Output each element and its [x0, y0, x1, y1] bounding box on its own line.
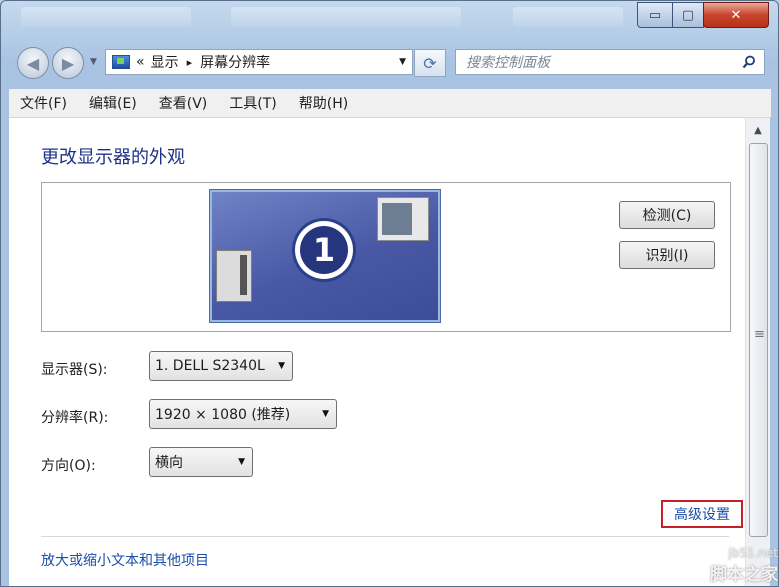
- search-icon[interactable]: [742, 55, 756, 69]
- preview-gadget-icon: [216, 250, 252, 302]
- refresh-button[interactable]: ⟳: [414, 49, 446, 77]
- scrollbar-thumb[interactable]: ≡: [749, 143, 768, 537]
- detect-button[interactable]: 检测(C): [619, 201, 715, 229]
- watermark-name: 脚本之家: [710, 565, 778, 585]
- breadcrumb-separator: ▸: [186, 55, 193, 69]
- watermark: jb51.net 脚本之家: [688, 546, 778, 586]
- chevron-down-icon: ▼: [278, 361, 285, 371]
- scroll-up-arrow[interactable]: ▲: [746, 120, 770, 140]
- orientation-select-value: 横向: [155, 455, 183, 471]
- resolution-select-value: 1920 × 1080 (推荐): [155, 407, 291, 423]
- monitor-arrangement-area: 1 检测(C) 识别(I): [41, 182, 731, 332]
- content-panel: 更改显示器的外观 1 检测(C) 识别(I) 显示器(S): 1. DELL S…: [9, 118, 745, 586]
- preview-window-icon: [377, 197, 429, 241]
- grip-icon: ≡: [754, 327, 765, 342]
- advanced-settings-link[interactable]: 高级设置: [661, 500, 743, 528]
- orientation-label: 方向(O):: [41, 458, 96, 474]
- address-bar[interactable]: « 显示 ▸ 屏幕分辨率 ▼: [105, 49, 413, 75]
- chevron-down-icon: ▼: [238, 457, 245, 467]
- page-title: 更改显示器的外观: [41, 147, 185, 168]
- vertical-scrollbar[interactable]: ▲ ≡: [745, 118, 770, 586]
- breadcrumb-screen-resolution[interactable]: 屏幕分辨率: [200, 52, 270, 72]
- search-box[interactable]: 搜索控制面板: [455, 49, 765, 75]
- forward-button[interactable]: ▶: [52, 47, 84, 79]
- watermark-site: jb51.net: [728, 546, 778, 560]
- address-dropdown-icon[interactable]: ▼: [399, 57, 406, 67]
- background-tab: [21, 7, 191, 27]
- back-button[interactable]: ◀: [17, 47, 49, 79]
- back-arrow-icon: ◀: [26, 53, 40, 73]
- display-label: 显示器(S):: [41, 362, 108, 378]
- close-icon: ✕: [730, 7, 742, 23]
- orientation-select[interactable]: 横向 ▼: [149, 447, 253, 477]
- menu-tools[interactable]: 工具(T): [218, 93, 287, 113]
- minimize-button[interactable]: ▭: [637, 2, 673, 28]
- divider: [41, 536, 729, 537]
- address-chevron: «: [136, 54, 145, 70]
- display-select[interactable]: 1. DELL S2340L ▼: [149, 351, 293, 381]
- control-panel-icon: [112, 55, 130, 69]
- text-size-link[interactable]: 放大或缩小文本和其他项目: [41, 550, 209, 570]
- display-select-value: 1. DELL S2340L: [155, 358, 265, 374]
- minimize-icon: ▭: [648, 7, 662, 23]
- refresh-icon: ⟳: [423, 53, 437, 73]
- breadcrumb-display[interactable]: 显示: [151, 52, 179, 72]
- menu-help[interactable]: 帮助(H): [288, 93, 359, 113]
- background-tab: [513, 7, 623, 27]
- search-input[interactable]: 搜索控制面板: [466, 52, 550, 72]
- navigation-bar: ◀ ▶ ▼ « 显示 ▸ 屏幕分辨率 ▼ ⟳ 搜索控制面板: [1, 43, 778, 81]
- menu-file[interactable]: 文件(F): [9, 93, 78, 113]
- monitor-number: 1: [300, 226, 348, 274]
- forward-arrow-icon: ▶: [61, 53, 75, 73]
- monitor-number-badge: 1: [295, 221, 353, 279]
- chevron-down-icon: ▼: [90, 57, 97, 67]
- resolution-label: 分辨率(R):: [41, 410, 109, 426]
- background-tab: [231, 7, 461, 27]
- menu-bar: 文件(F) 编辑(E) 查看(V) 工具(T) 帮助(H): [9, 89, 771, 118]
- maximize-button[interactable]: ▢: [672, 2, 704, 28]
- monitor-1-preview[interactable]: 1: [210, 190, 440, 322]
- window-frame: ▭ ▢ ✕ ◀ ▶ ▼ « 显示 ▸ 屏幕分辨率 ▼ ⟳ 搜索控制面板 文件(F…: [0, 0, 779, 587]
- resolution-select[interactable]: 1920 × 1080 (推荐) ▼: [149, 399, 337, 429]
- title-bar: ▭ ▢ ✕: [1, 1, 778, 35]
- recent-pages-dropdown[interactable]: ▼: [90, 57, 97, 67]
- menu-view[interactable]: 查看(V): [148, 93, 219, 113]
- menu-edit[interactable]: 编辑(E): [78, 93, 148, 113]
- close-button[interactable]: ✕: [703, 2, 769, 28]
- identify-button[interactable]: 识别(I): [619, 241, 715, 269]
- chevron-down-icon: ▼: [322, 409, 329, 419]
- maximize-icon: ▢: [681, 7, 695, 23]
